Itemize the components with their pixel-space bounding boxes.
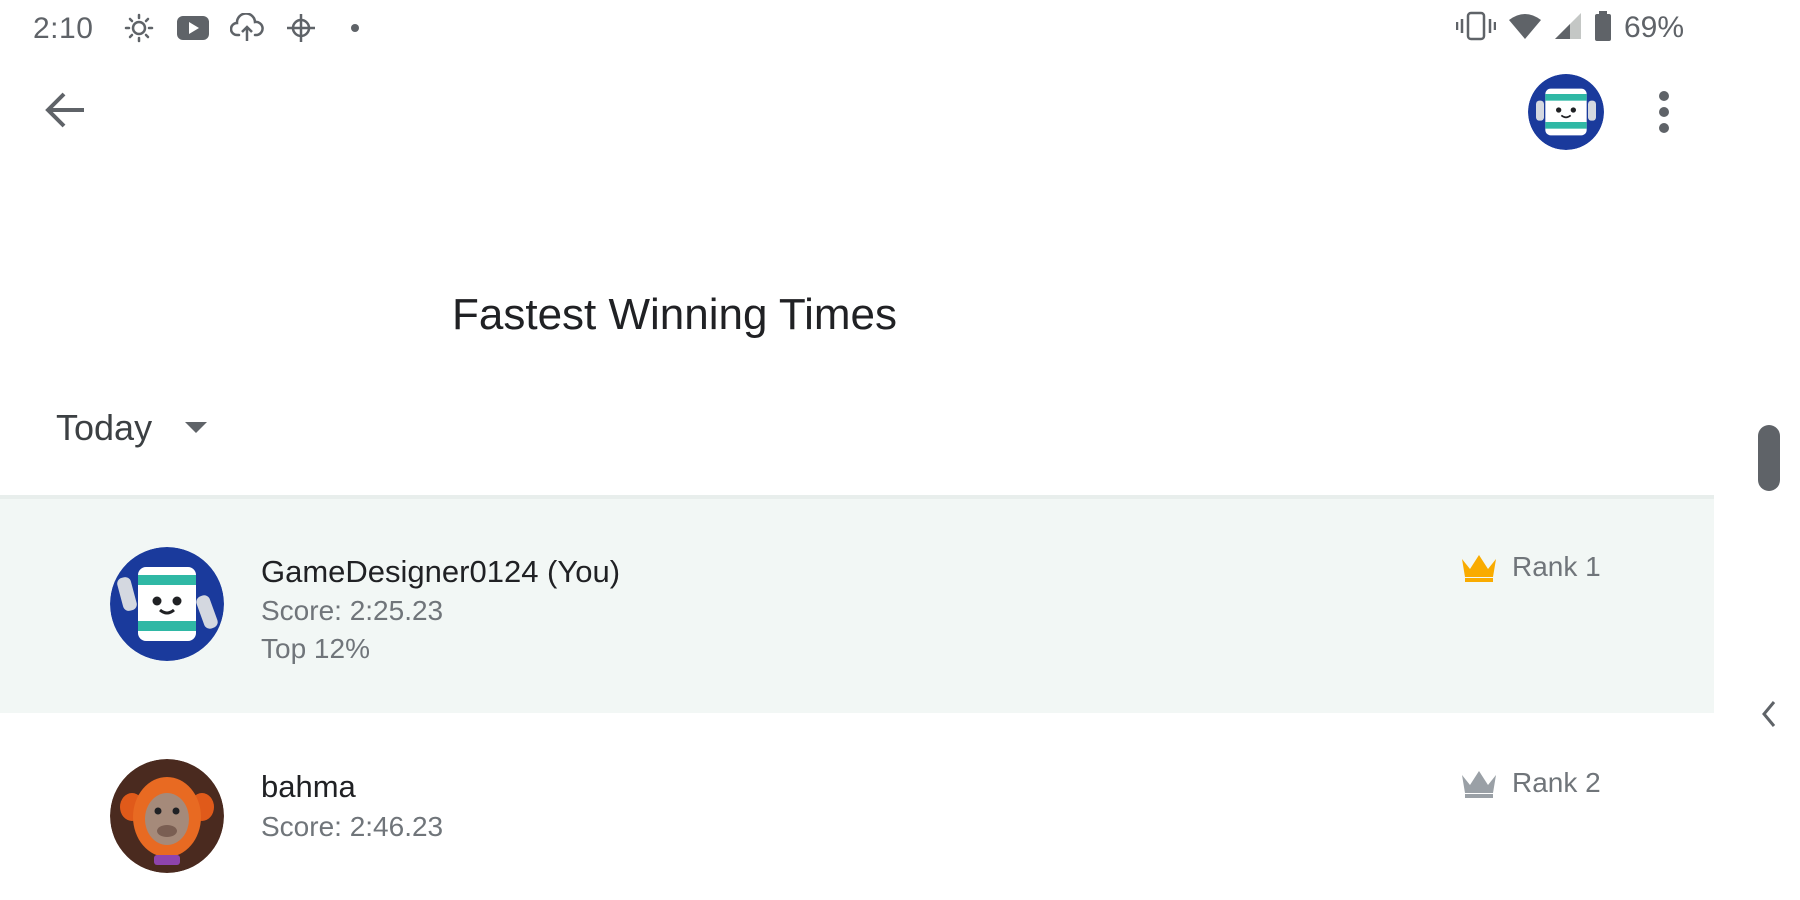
chevron-left-icon [1762, 701, 1776, 727]
battery-percent: 69% [1623, 11, 1684, 44]
cloud-upload-icon [228, 10, 266, 46]
robot-avatar-icon [1528, 74, 1604, 150]
player-name: GameDesigner0124 (You) [261, 554, 621, 589]
rank-label: Rank 2 [1512, 767, 1601, 798]
youtube-icon [174, 10, 212, 46]
leaderboard-row[interactable]: bahma Score: 2:46.23 Rank 2 [0, 713, 1714, 900]
account-avatar[interactable] [1528, 74, 1604, 150]
app-bar [0, 58, 1800, 168]
robot-avatar-icon [110, 547, 224, 661]
avatar [110, 759, 224, 873]
rank-badge: Rank 1 [1460, 551, 1601, 583]
wifi-icon [1508, 12, 1542, 45]
silver-crown-icon [1462, 771, 1496, 798]
player-name: bahma [261, 769, 356, 804]
arrow-back-icon [45, 92, 84, 128]
leaderboard-screen: 2:10 69% Fastest Winning Times Today Gam… [0, 0, 1800, 900]
page-title: Fastest Winning Times [452, 290, 898, 339]
monkey-avatar-icon [110, 759, 224, 873]
dropdown-triangle-icon [185, 422, 208, 433]
avatar [110, 547, 224, 661]
time-filter-label: Today [56, 407, 153, 448]
player-percentile: Top 12% [261, 633, 370, 664]
dot-icon [336, 10, 374, 46]
rank-label: Rank 1 [1512, 551, 1601, 582]
rank-badge: Rank 2 [1460, 767, 1601, 799]
player-score: Score: 2:25.23 [261, 595, 444, 626]
system-status-icons: 69% [1455, 10, 1684, 47]
vibrate-icon [1455, 10, 1497, 47]
brightness-icon [120, 10, 158, 46]
crosshair-icon [282, 10, 320, 46]
cell-signal-icon [1554, 12, 1582, 45]
player-score: Score: 2:46.23 [261, 811, 444, 842]
more-vert-icon [1659, 91, 1669, 133]
battery-icon [1594, 10, 1612, 46]
time-filter-dropdown[interactable]: Today [56, 400, 208, 456]
gold-crown-icon [1462, 555, 1496, 582]
notification-icons [120, 10, 374, 46]
leaderboard-list: GameDesigner0124 (You) Score: 2:25.23 To… [0, 499, 1714, 900]
back-button[interactable] [36, 80, 96, 140]
scrollbar-thumb[interactable] [1758, 425, 1780, 491]
edge-panel-handle[interactable] [1752, 694, 1786, 734]
more-options-button[interactable] [1636, 76, 1692, 148]
status-bar: 2:10 69% [0, 0, 1800, 58]
leaderboard-row-self[interactable]: GameDesigner0124 (You) Score: 2:25.23 To… [0, 499, 1714, 713]
status-time: 2:10 [33, 12, 94, 45]
